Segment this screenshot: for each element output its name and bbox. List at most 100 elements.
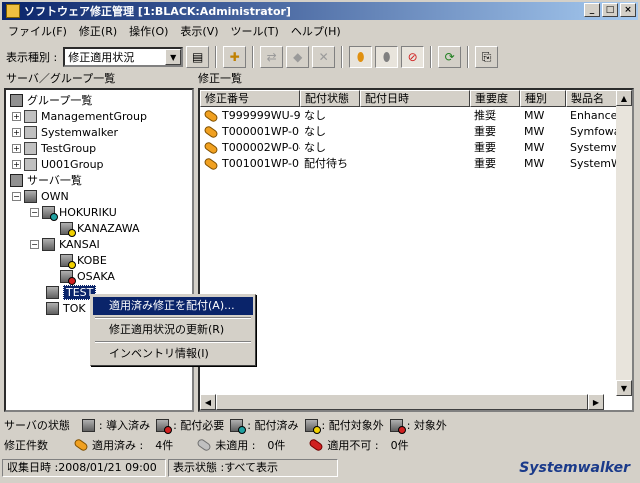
counts-label: 修正件数	[4, 439, 48, 452]
add-patch-icon[interactable]: ✚	[223, 46, 247, 68]
menu-operation[interactable]: 操作(O)	[123, 23, 174, 39]
product-cell: Enhanced S	[570, 109, 620, 122]
collapse-icon[interactable]: −	[30, 207, 39, 217]
server-status-legend: サーバの状態 : 導入済み : 配付必要 : 配付済み : 配付対象外 : 対象…	[4, 416, 636, 434]
context-menu-update-status[interactable]: 修正適用状況の更新(R)	[93, 321, 253, 339]
menu-separator	[95, 317, 251, 319]
display-type-select[interactable]: 修正適用状況 ▼	[63, 47, 184, 67]
tree-item-managementgroup[interactable]: + ManagementGroup	[12, 108, 147, 124]
patch-list-icon[interactable]: ▤	[186, 46, 210, 68]
column-header[interactable]: 製品名	[566, 90, 620, 107]
column-header[interactable]: 修正番号	[200, 90, 300, 107]
product-cell: Systemwalk	[570, 141, 620, 154]
column-header[interactable]: 重要度	[470, 90, 520, 107]
tree-item-kanazawa[interactable]: KANAZAWA	[60, 220, 140, 237]
tree-item-label: グループ一覧	[27, 94, 93, 107]
server-icon	[156, 418, 173, 434]
expand-icon[interactable]: +	[12, 159, 21, 169]
not-applicable-filter-icon[interactable]: ⊘	[401, 46, 425, 68]
context-menu-distribute-applied[interactable]: 適用済み修正を配付(A)...	[93, 297, 253, 315]
horizontal-scroll-thumb[interactable]	[216, 394, 588, 410]
refresh-icon[interactable]: ⟳	[438, 46, 462, 68]
minimize-button[interactable]: _	[584, 3, 600, 17]
menu-tools[interactable]: ツール(T)	[225, 23, 285, 39]
export-icon[interactable]: ⎘	[475, 46, 499, 68]
unapplied-filter-icon[interactable]: ⬮	[375, 46, 399, 68]
not-applicable-patch-icon	[308, 437, 325, 453]
context-menu: 適用済み修正を配付(A)... 修正適用状況の更新(R) インベントリ情報(I)	[90, 294, 256, 366]
server-icon	[42, 205, 58, 221]
patch-list[interactable]: 修正番号 配付状態 配付日時 重要度 種別 製品名 T999999WU-99 な…	[198, 88, 634, 412]
table-row[interactable]: T000001WP-01 なし 重要 MW Symfoware	[200, 124, 620, 140]
remove-icon[interactable]: ✕	[312, 46, 336, 68]
display-type-value: 修正適用状況	[68, 51, 135, 64]
patch-id-cell: T001001WP-01	[200, 156, 300, 172]
menu-fix[interactable]: 修正(R)	[73, 23, 123, 39]
tree-panel-header: サーバ／グループ一覧	[6, 72, 116, 85]
applied-filter-icon[interactable]: ⬮	[349, 46, 373, 68]
distributed-badge-icon	[50, 212, 58, 221]
tree-item-group-root[interactable]: グループ一覧	[10, 92, 92, 108]
expand-icon[interactable]: +	[12, 111, 21, 121]
collapse-icon[interactable]: −	[12, 191, 21, 201]
tree-item-testgroup[interactable]: + TestGroup	[12, 140, 96, 156]
group-icon	[24, 125, 37, 139]
status-cell: 配付待ち	[304, 157, 348, 170]
legend-text: : 配付済み	[247, 419, 299, 432]
horizontal-scrollbar[interactable]: ◀ ▶	[200, 394, 604, 410]
scroll-down-icon[interactable]: ▼	[616, 380, 632, 396]
display-state: 表示状態 :すべて表示	[168, 459, 338, 477]
vertical-scrollbar[interactable]: ▲ ▼	[616, 90, 632, 396]
menu-separator	[95, 341, 251, 343]
patch-id-cell: T999999WU-99	[200, 108, 300, 124]
unapplied-count-value: 0件	[267, 439, 286, 452]
priority-cell: 重要	[474, 141, 496, 154]
group-root-icon	[10, 93, 23, 107]
expand-icon[interactable]: +	[12, 127, 21, 137]
tree-item-label: KANSAI	[59, 237, 100, 251]
tree-item-kansai[interactable]: − KANSAI	[30, 236, 100, 252]
scroll-right-icon[interactable]: ▶	[588, 394, 604, 410]
menu-file[interactable]: ファイル(F)	[2, 23, 73, 39]
tree-item-own[interactable]: − OWN	[12, 188, 69, 204]
maximize-button[interactable]: □	[602, 3, 618, 17]
tree-item-label: Systemwalker	[41, 125, 119, 139]
priority-cell: 推奨	[474, 109, 496, 122]
menu-help[interactable]: ヘルプ(H)	[285, 23, 347, 39]
table-row[interactable]: T999999WU-99 なし 推奨 MW Enhanced S	[200, 108, 620, 124]
apply-icon[interactable]: ◆	[286, 46, 310, 68]
tree-item-u001group[interactable]: + U001Group	[12, 156, 104, 172]
legend-text: : 配付必要	[173, 419, 225, 432]
collapse-icon[interactable]: −	[30, 239, 39, 249]
scroll-left-icon[interactable]: ◀	[200, 394, 216, 410]
close-button[interactable]: ×	[620, 3, 636, 17]
table-row[interactable]: T000002WP-04 なし 重要 MW Systemwalk	[200, 140, 620, 156]
legend-text: : 導入済み	[98, 419, 151, 432]
menu-view[interactable]: 表示(V)	[174, 23, 224, 39]
tree-item-hokuriku[interactable]: − HOKURIKU	[30, 204, 117, 221]
column-header[interactable]: 種別	[520, 90, 566, 107]
unapplied-patch-icon	[196, 437, 213, 453]
column-header[interactable]: 配付状態	[300, 90, 360, 107]
tree-item-systemwalker[interactable]: + Systemwalker	[12, 124, 118, 140]
column-header[interactable]: 配付日時	[360, 90, 470, 107]
display-type-label: 表示種別 :	[6, 51, 58, 64]
tree-item-osaka[interactable]: OSAKA	[60, 268, 115, 285]
window-title-bar[interactable]: ソフトウェア修正管理 [1:BLACK:Administrator] _ □ ×	[2, 2, 638, 20]
distribute-icon[interactable]: ⇄	[260, 46, 284, 68]
menu-bar: ファイル(F) 修正(R) 操作(O) 表示(V) ツール(T) ヘルプ(H)	[2, 21, 638, 40]
tree-item-kobe[interactable]: KOBE	[60, 252, 107, 269]
context-menu-inventory-info[interactable]: インベントリ情報(I)	[93, 345, 253, 363]
expand-icon[interactable]: +	[12, 143, 21, 153]
chevron-down-icon[interactable]: ▼	[165, 49, 182, 65]
legend-text: : 配付対象外	[321, 419, 384, 432]
tree-item-tok[interactable]: TOK	[46, 300, 86, 316]
tree-item-server-root[interactable]: サーバ一覧	[10, 172, 82, 188]
patch-id: T000002WP-04	[222, 141, 300, 154]
list-panel-header: 修正一覧	[198, 72, 242, 85]
toolbar: 表示種別 : 修正適用状況 ▼ ▤ ✚ ⇄ ◆ ✕ ⬮ ⬮ ⊘ ⟳ ⎘	[2, 44, 638, 70]
table-row[interactable]: T001001WP-01 配付待ち 重要 MW SystemWall	[200, 156, 620, 172]
scroll-up-icon[interactable]: ▲	[616, 90, 632, 106]
distributed-badge-icon	[238, 425, 247, 434]
tree-item-test[interactable]: TEST	[46, 284, 97, 300]
